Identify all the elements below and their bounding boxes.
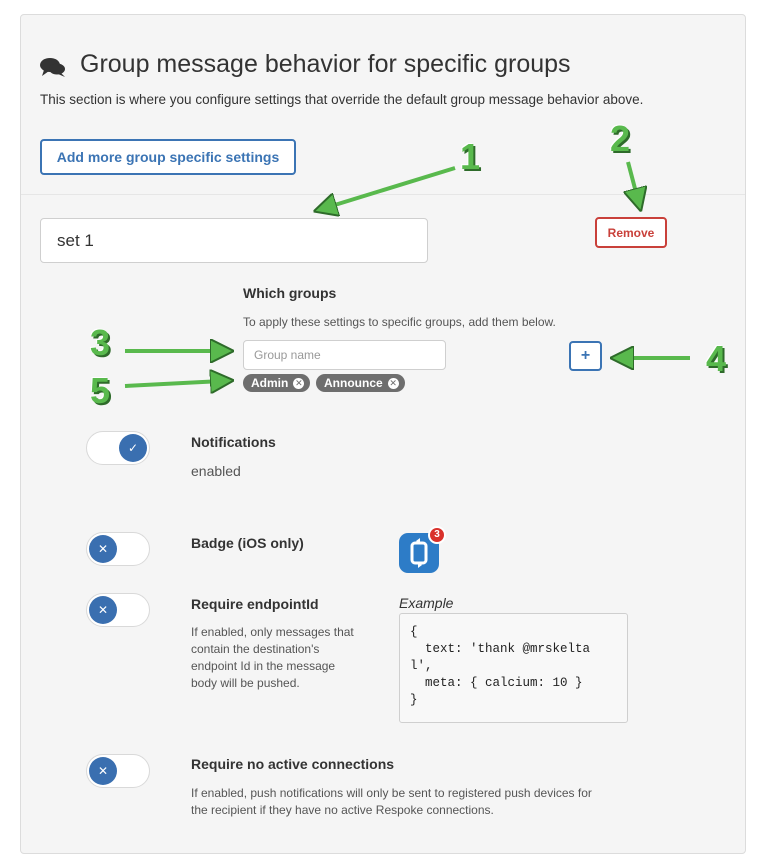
group-tag-label: Announce [324,376,383,390]
group-tag-announce: Announce ✕ [316,374,405,392]
example-code: { text: 'thank @mrskelta l', meta: { cal… [399,613,628,723]
app-badge-count: 3 [428,526,446,544]
remove-tag-icon[interactable]: ✕ [387,377,399,389]
group-tag-admin: Admin ✕ [243,374,311,392]
notifications-title: Notifications [191,434,276,450]
group-tag-label: Admin [251,376,289,390]
example-label: Example [399,595,454,611]
divider [21,194,745,195]
close-icon: ✕ [89,596,117,624]
endpoint-title: Require endpointId [191,596,319,612]
check-icon: ✓ [119,434,147,462]
set-name-input[interactable] [40,218,428,263]
callout-1: 1 [460,136,481,177]
comments-icon [40,58,65,77]
notifications-status: enabled [191,463,241,479]
group-name-input[interactable] [243,340,446,370]
which-groups-help: To apply these settings to specific grou… [243,315,556,329]
close-icon: ✕ [89,757,117,785]
badge-toggle[interactable]: ✕ [86,532,150,566]
endpoint-description: If enabled, only messages that contain t… [191,625,354,690]
callout-3: 3 [90,322,111,363]
no-connections-description: If enabled, push notifications will only… [191,786,592,817]
section-title: Group message behavior for specific grou… [80,50,571,78]
no-connections-title: Require no active connections [191,756,395,772]
remove-tag-icon[interactable]: ✕ [293,377,305,389]
add-group-settings-button[interactable]: Add more group specific settings [40,139,296,175]
notifications-toggle[interactable]: ✓ [86,431,150,465]
no-connections-toggle[interactable]: ✕ [86,754,150,788]
callout-2: 2 [610,118,631,159]
which-groups-heading: Which groups [243,285,337,301]
section-subtitle: This section is where you configure sett… [40,92,644,107]
endpoint-toggle[interactable]: ✕ [86,593,150,627]
badge-title: Badge (iOS only) [191,535,304,551]
remove-button[interactable]: Remove [595,217,667,248]
close-icon: ✕ [89,535,117,563]
callout-4: 4 [706,338,727,379]
add-group-button[interactable]: + [569,341,602,371]
callout-5: 5 [90,370,111,411]
